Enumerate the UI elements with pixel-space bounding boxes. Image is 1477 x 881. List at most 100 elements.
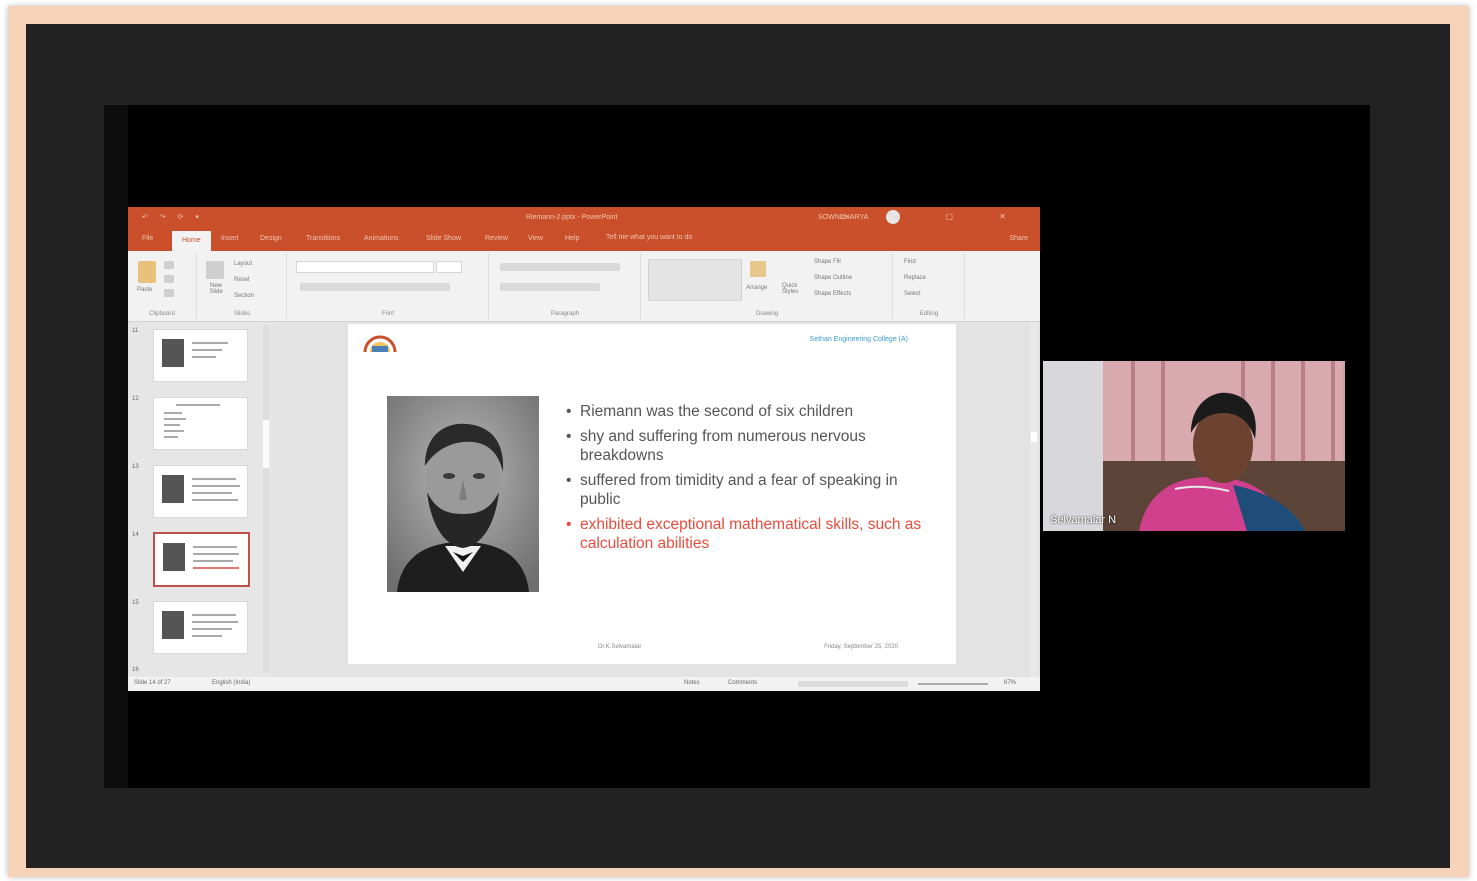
tab-file[interactable]: File	[142, 235, 153, 242]
thumbnail-line	[192, 356, 216, 358]
thumbnail-number: 11	[132, 328, 139, 334]
slide-counter: Slide 14 of 27	[134, 680, 171, 686]
paste-label[interactable]: Paste	[137, 287, 152, 293]
cut-icon[interactable]	[164, 261, 174, 269]
layout-button[interactable]: Layout	[234, 261, 252, 267]
tab-view[interactable]: View	[528, 235, 543, 242]
thumbnail-number: 13	[132, 464, 139, 470]
shape-fill-button[interactable]: Shape Fill	[814, 259, 841, 265]
participant-video-frame	[1043, 361, 1345, 531]
tab-home[interactable]: Home	[172, 231, 211, 251]
slides-group-label: Slides	[233, 311, 251, 317]
thumbnail-portrait	[162, 475, 184, 503]
reset-button[interactable]: Reset	[234, 277, 250, 283]
list-buttons[interactable]	[500, 263, 620, 271]
tab-animations[interactable]: Animations	[364, 235, 399, 242]
language-indicator[interactable]: English (India)	[212, 680, 250, 686]
clipboard-group-label: Clipboard	[149, 311, 175, 317]
zoom-slider[interactable]	[918, 683, 988, 685]
ribbon-tabs: File Home Insert Design Transitions Anim…	[128, 229, 1040, 251]
format-painter-icon[interactable]	[164, 289, 174, 297]
participant-name: Selvamalar N	[1050, 514, 1117, 526]
font-group: Font	[288, 253, 489, 319]
ppt-status-bar: Slide 14 of 27 English (India) Notes Com…	[128, 677, 1040, 691]
font-format-buttons[interactable]	[300, 283, 450, 291]
quick-styles-button[interactable]: Quick Styles	[782, 283, 804, 295]
paste-icon[interactable]	[138, 261, 156, 283]
alignment-buttons[interactable]	[500, 283, 600, 291]
slides-group: New Slide Layout Reset Section Slides	[198, 253, 287, 319]
portrait-image	[387, 396, 539, 592]
copy-icon[interactable]	[164, 275, 174, 283]
slide-footer-date: Friday, September 25, 2020	[824, 644, 898, 650]
thumbnail-line	[192, 635, 222, 637]
window-controls[interactable]: ▭ – ▢ ✕	[841, 212, 1028, 221]
thumbnail-scrollbar[interactable]	[263, 325, 269, 673]
slide-scroll-thumb[interactable]	[1031, 432, 1037, 442]
tab-slide-show[interactable]: Slide Show	[426, 235, 461, 242]
college-name: Sethan Engineering College (A)	[809, 336, 908, 343]
view-buttons[interactable]	[798, 681, 908, 687]
share-button[interactable]: Share	[1009, 235, 1028, 242]
bullet-point: shy and suffering from numerous nervous …	[566, 427, 936, 465]
comments-button[interactable]: Comments	[728, 680, 757, 686]
slide-thumbnail[interactable]	[153, 601, 248, 654]
thumbnail-line	[193, 553, 239, 555]
bullet-point: Riemann was the second of six children	[566, 402, 936, 421]
document-title: Riemann-2.pptx - PowerPoint	[526, 214, 618, 221]
bullet-point: suffered from timidity and a fear of spe…	[566, 471, 936, 509]
drawing-group: Arrange Quick Styles Shape Fill Shape Ou…	[642, 253, 893, 319]
zoom-level[interactable]: 67%	[1004, 680, 1016, 686]
clipboard-group: Paste Clipboard	[128, 253, 197, 319]
tab-design[interactable]: Design	[260, 235, 282, 242]
thumbnail-line	[192, 485, 240, 487]
thumbnail-line	[192, 628, 232, 630]
ribbon: Paste Clipboard New Slide Layout Reset S…	[128, 251, 1040, 322]
drawing-group-label: Drawing	[755, 311, 778, 317]
thumbnail-portrait	[162, 611, 184, 639]
editing-group: Find Replace Select Editing	[894, 253, 965, 319]
thumbnail-line	[193, 567, 239, 569]
slide-thumbnail-pane: 11 12 13 14 15 16	[128, 322, 273, 677]
notes-button[interactable]: Notes	[684, 680, 700, 686]
thumbnail-line	[164, 436, 178, 438]
thumbnail-line	[164, 418, 186, 420]
section-button[interactable]: Section	[234, 293, 254, 299]
select-button[interactable]: Select	[904, 291, 921, 297]
shape-outline-button[interactable]: Shape Outline	[814, 275, 852, 281]
slide-footer-author: Dr.K.Selvamalar	[598, 644, 642, 650]
new-slide-label[interactable]: New Slide	[204, 283, 228, 295]
thumbnail-number: 15	[132, 600, 139, 606]
paragraph-group-label: Paragraph	[550, 311, 580, 317]
thumbnail-line	[192, 478, 236, 480]
find-button[interactable]: Find	[904, 259, 916, 265]
shape-effects-button[interactable]: Shape Effects	[814, 291, 851, 297]
thumbnail-number: 16	[132, 667, 139, 673]
tab-transitions[interactable]: Transitions	[306, 235, 340, 242]
slide-scrollbar[interactable]	[1030, 322, 1038, 677]
slide-thumbnail[interactable]	[153, 397, 248, 450]
arrange-icon[interactable]	[750, 261, 766, 277]
slide-bullet-list: Riemann was the second of six children s…	[566, 402, 936, 559]
arrange-button[interactable]: Arrange	[746, 285, 767, 291]
tab-help[interactable]: Help	[565, 235, 579, 242]
paragraph-group: Paragraph	[490, 253, 641, 319]
thumbnail-line	[164, 430, 184, 432]
thumbnail-scroll-thumb[interactable]	[263, 420, 269, 468]
tab-review[interactable]: Review	[485, 235, 508, 242]
current-slide[interactable]: Sethan Engineering College (A) Riemann w…	[348, 324, 956, 664]
font-name-box[interactable]	[296, 261, 434, 273]
new-slide-icon[interactable]	[206, 261, 224, 279]
slide-thumbnail[interactable]	[153, 329, 248, 382]
tell-me-search[interactable]: Tell me what you want to do	[606, 234, 692, 241]
thumbnail-portrait	[163, 543, 185, 571]
replace-button[interactable]: Replace	[904, 275, 926, 281]
participant-video-tile[interactable]: Selvamalar N	[1043, 361, 1345, 531]
font-size-box[interactable]	[436, 261, 462, 273]
slide-thumbnail[interactable]	[153, 465, 248, 518]
slide-thumbnail-selected[interactable]	[153, 532, 250, 587]
shapes-gallery[interactable]	[648, 259, 742, 301]
thumbnail-line	[192, 621, 238, 623]
tab-insert[interactable]: Insert	[221, 235, 239, 242]
quick-access-toolbar[interactable]: ↶ ↷ ⟳ ▾	[142, 213, 204, 221]
